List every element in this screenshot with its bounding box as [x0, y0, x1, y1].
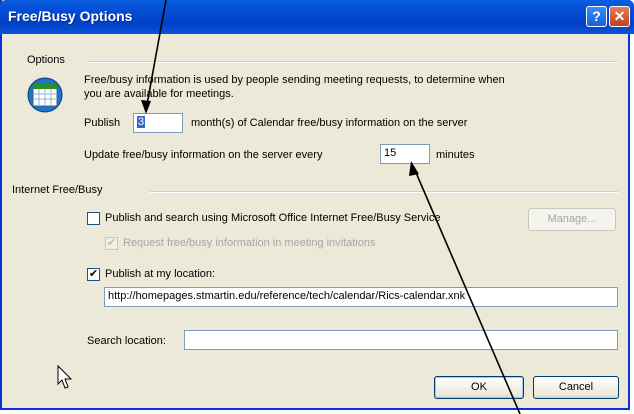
request-label: Request free/busy information in meeting… [123, 237, 376, 249]
free-busy-options-dialog: Free/Busy Options ? ✕ Options Free/busy … [0, 0, 634, 410]
close-button[interactable]: ✕ [609, 6, 630, 27]
publish-months-input[interactable]: 3 [133, 113, 183, 133]
ok-button[interactable]: OK [434, 376, 524, 399]
publish-label: Publish [84, 117, 121, 129]
request-checkbox[interactable]: ✔ [105, 237, 118, 250]
publish-months-suffix: month(s) of Calendar free/busy informati… [191, 117, 468, 129]
publish-location-url-input[interactable]: http://homepages.stmartin.edu/reference/… [104, 287, 618, 307]
manage-button[interactable]: Manage... [528, 208, 616, 231]
calendar-icon [26, 76, 64, 114]
title-bar[interactable]: Free/Busy Options ? ✕ [0, 0, 634, 34]
options-divider [88, 61, 618, 63]
options-group-label: Options [27, 54, 65, 66]
update-minutes-input[interactable]: 15 [380, 144, 430, 164]
ms-service-label[interactable]: Publish and search using Microsoft Offic… [105, 212, 440, 224]
publish-location-checkbox[interactable]: ✔ [87, 268, 100, 281]
help-button[interactable]: ? [586, 6, 607, 27]
cancel-button[interactable]: Cancel [533, 376, 619, 399]
options-description-line2: you are available for meetings. [84, 88, 234, 100]
window-title: Free/Busy Options [8, 8, 133, 24]
publish-months-value: 3 [137, 116, 146, 128]
update-interval-label: Update free/busy information on the serv… [84, 149, 323, 161]
options-description-line1: Free/busy information is used by people … [84, 74, 505, 86]
check-mark-icon: ✔ [106, 237, 117, 249]
search-location-label: Search location: [87, 335, 166, 347]
check-mark-icon: ✔ [88, 268, 99, 280]
internet-divider [150, 191, 618, 193]
publish-location-label[interactable]: Publish at my location: [105, 268, 215, 280]
search-location-input[interactable] [184, 330, 618, 350]
ms-service-checkbox[interactable] [87, 212, 100, 225]
update-minutes-suffix: minutes [436, 149, 475, 161]
internet-group-label: Internet Free/Busy [12, 184, 103, 196]
